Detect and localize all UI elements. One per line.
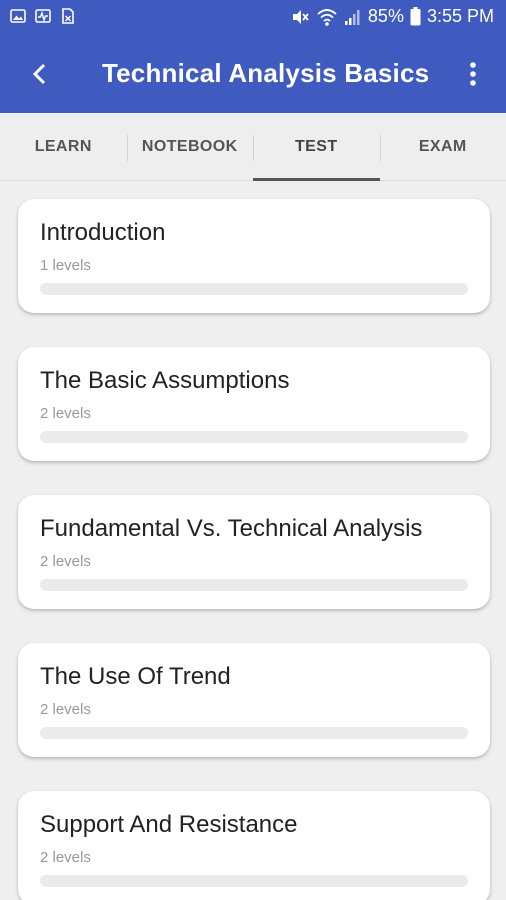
system-status: 85% 3:55 PM: [290, 6, 494, 27]
topic-progress-bar: [40, 727, 468, 739]
signal-icon: [344, 9, 360, 25]
document-icon: [62, 8, 74, 24]
topic-levels: 2 levels: [40, 701, 91, 718]
header: 85% 3:55 PM Technical Analysis Basics: [0, 0, 506, 113]
tab-bar: LEARN NOTEBOOK TEST EXAM: [0, 113, 506, 181]
topic-card[interactable]: The Use Of Trend 2 levels: [18, 643, 490, 757]
topic-progress-bar: [40, 431, 468, 443]
back-button[interactable]: [22, 56, 58, 92]
topic-list: Introduction 1 levels The Basic Assumpti…: [18, 199, 490, 900]
wifi-icon: [317, 8, 337, 26]
topic-progress-bar: [40, 579, 468, 591]
clock: 3:55 PM: [426, 6, 494, 26]
tab-notebook[interactable]: NOTEBOOK: [126, 113, 254, 180]
topic-card[interactable]: The Basic Assumptions 2 levels: [18, 347, 490, 461]
tab-learn[interactable]: LEARN: [0, 113, 127, 180]
topic-title: Support And Resistance: [40, 811, 298, 838]
topic-title: Introduction: [40, 219, 166, 246]
image-icon: [10, 9, 26, 23]
status-bar: 85% 3:55 PM: [0, 0, 506, 36]
page-title: Technical Analysis Basics: [102, 58, 430, 88]
mute-icon: [292, 9, 309, 24]
overflow-menu-button[interactable]: [458, 56, 488, 92]
topic-card[interactable]: Support And Resistance 2 levels: [18, 791, 490, 900]
topic-levels: 2 levels: [40, 405, 91, 422]
topic-levels: 2 levels: [40, 849, 91, 866]
topic-card[interactable]: Introduction 1 levels: [18, 199, 490, 313]
notification-icons: [10, 8, 76, 24]
battery-icon: [410, 7, 421, 26]
topic-progress-bar: [40, 283, 468, 295]
topic-title: The Use Of Trend: [40, 663, 231, 690]
topic-levels: 2 levels: [40, 553, 91, 570]
activity-icon: [35, 9, 51, 23]
tab-test[interactable]: TEST: [253, 113, 380, 181]
chevron-left-icon: [32, 63, 46, 85]
app-bar: Technical Analysis Basics: [0, 36, 506, 113]
more-vertical-icon: [470, 62, 476, 86]
tab-exam[interactable]: EXAM: [379, 113, 506, 180]
topic-title: The Basic Assumptions: [40, 367, 290, 394]
topic-title: Fundamental Vs. Technical Analysis: [40, 515, 423, 542]
topic-progress-bar: [40, 875, 468, 887]
battery-percent: 85%: [367, 6, 404, 26]
topic-levels: 1 levels: [40, 257, 91, 274]
topic-card[interactable]: Fundamental Vs. Technical Analysis 2 lev…: [18, 495, 490, 609]
